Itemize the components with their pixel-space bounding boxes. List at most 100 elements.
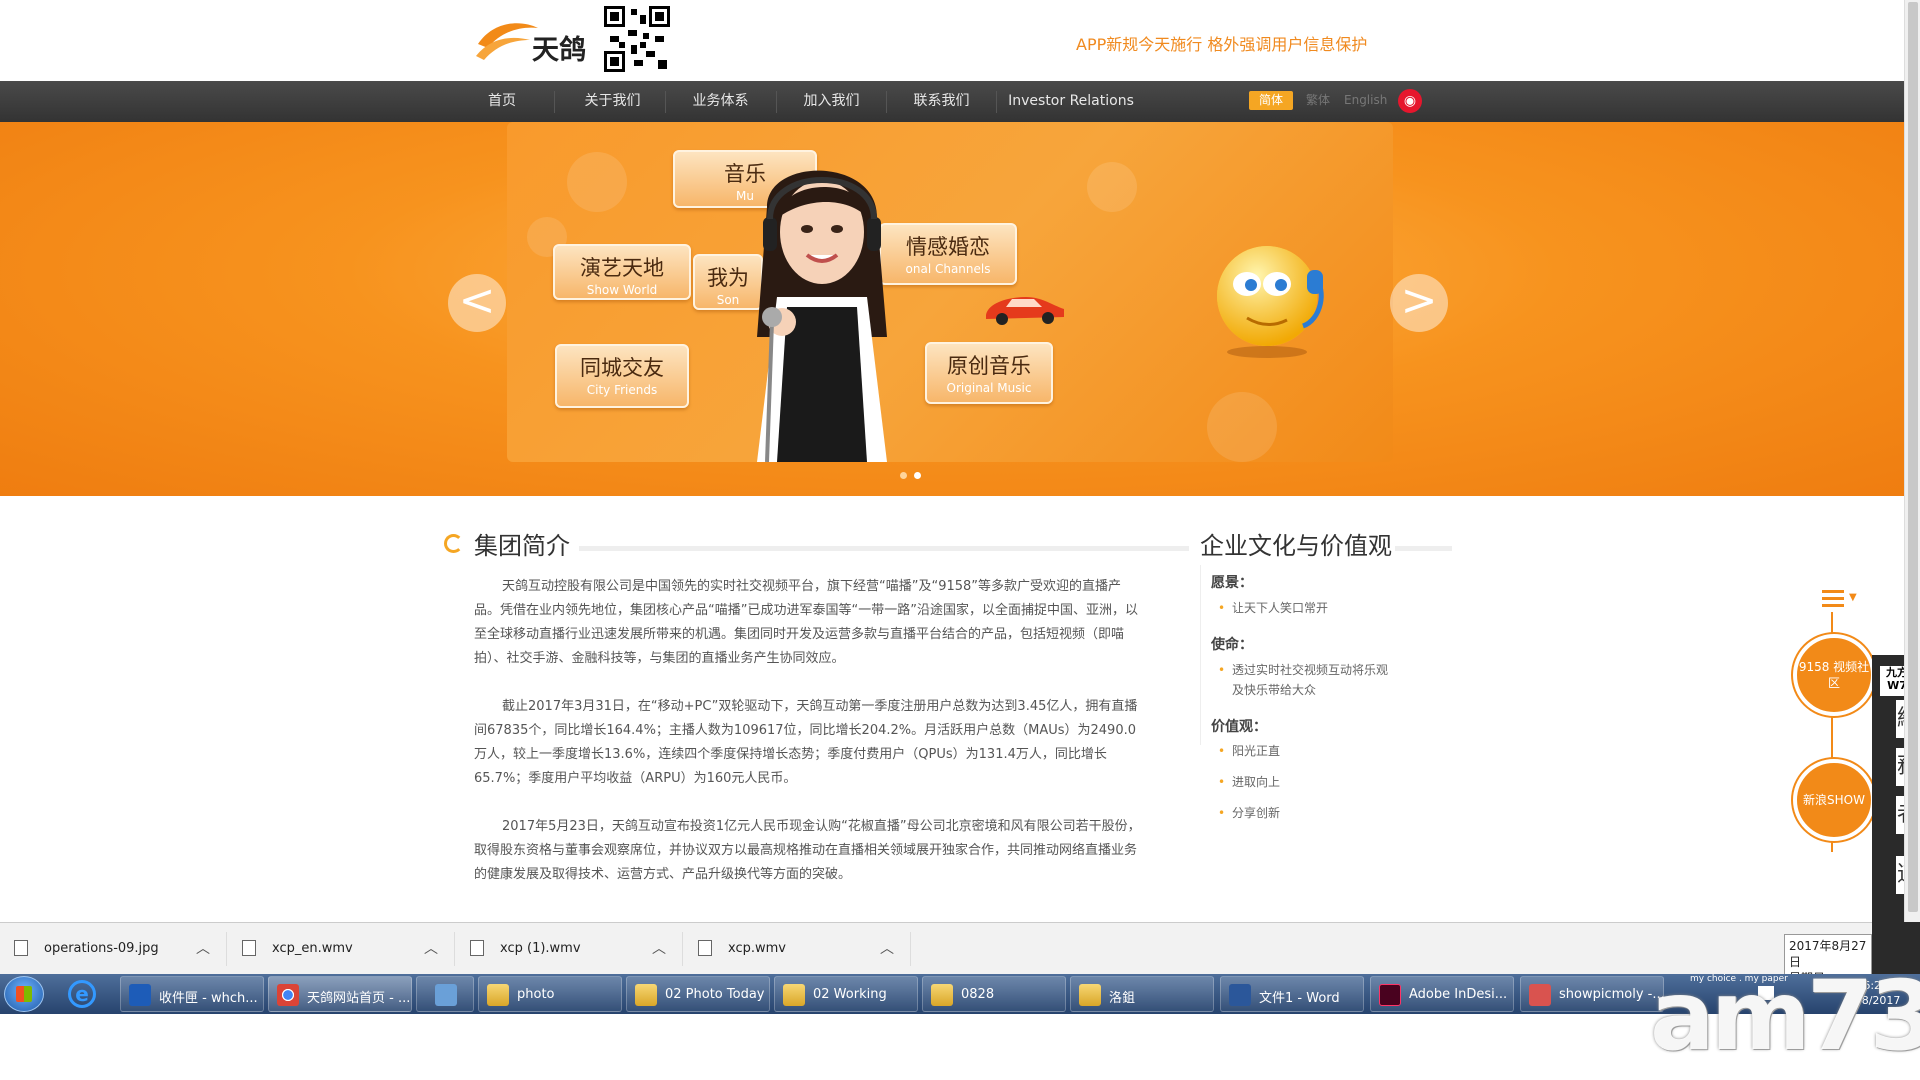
carousel-dot-active[interactable] (914, 472, 921, 479)
nav-item-business[interactable]: 业务体系 (678, 81, 763, 122)
download-item[interactable]: operations-09.jpg ︿ (0, 932, 227, 966)
nav-divider (886, 91, 887, 113)
taskbar-item-folder-working[interactable]: 02 Working (774, 976, 918, 1012)
nav-item-about[interactable]: 关于我们 (570, 81, 655, 122)
banner-tag-show-world[interactable]: 演艺天地 Show World (553, 244, 691, 300)
hero-banner: 音乐 Mu 演艺天地 Show World 我为 Son 情感婚恋 onal C… (0, 122, 1904, 496)
culture-section-header: 企业文化与价值观 (1200, 524, 1452, 562)
weibo-icon[interactable]: ◉ (1398, 89, 1422, 113)
outlook-icon (129, 984, 151, 1006)
taskbar-item-app[interactable] (416, 976, 474, 1012)
taskbar-item-folder-photo-today[interactable]: 02 Photo Today (626, 976, 770, 1012)
app-icon (435, 984, 457, 1006)
download-item[interactable]: xcp_en.wmv ︿ (228, 932, 455, 966)
taskbar-item-showpicmoly[interactable]: showpicmoly -... (1520, 976, 1665, 1012)
app-icon (1529, 984, 1551, 1006)
taskbar-item-folder[interactable]: 洛鉏 (1070, 976, 1214, 1012)
nav-divider (776, 91, 777, 113)
taskbar-item-word[interactable]: 文件1 - Word (1220, 976, 1364, 1012)
banner-tag-city-friends[interactable]: 同城交友 City Friends (555, 344, 689, 408)
banner-slide[interactable]: 音乐 Mu 演艺天地 Show World 我为 Son 情感婚恋 onal C… (507, 122, 1393, 462)
image-file-icon (14, 940, 28, 956)
banner-tag-original-music[interactable]: 原创音乐 Original Music (925, 342, 1053, 404)
taskbar-item-chrome[interactable]: 天鸽网站首页 - ... (268, 976, 412, 1012)
download-item[interactable]: xcp.wmv ︿ (684, 932, 911, 966)
qr-code-icon (604, 6, 670, 72)
intro-paragraph: 截止2017年3月31日，在“移动+PC”双轮驱动下，天鸽互动第一季度注册用户总… (474, 699, 1138, 786)
nav-divider (665, 91, 666, 113)
taskbar-label: photo (517, 987, 555, 1002)
taskbar-item-indesign[interactable]: Adobe InDesi... (1370, 976, 1514, 1012)
logo-text[interactable]: 天鸽 (532, 28, 586, 67)
taskbar-label: 洛鉏 (1109, 991, 1136, 1006)
taskbar-item-folder-photo[interactable]: photo (478, 976, 622, 1012)
chrome-icon (277, 984, 299, 1006)
chevron-down-icon[interactable]: ▼ (1849, 592, 1857, 603)
smiley-mascot-illustration (1217, 246, 1324, 358)
word-icon (1229, 984, 1251, 1006)
float-9158-button[interactable]: 9158 视频社区 (1793, 634, 1875, 716)
chevron-up-icon[interactable]: ︿ (880, 938, 894, 958)
decor-bubble (1207, 392, 1277, 462)
carousel-dot[interactable] (900, 472, 907, 479)
decor-bubble (1087, 162, 1137, 212)
internet-explorer-icon[interactable]: e (68, 980, 96, 1008)
values-item: 进取向上 (1218, 772, 1280, 792)
mission-label: 使命： (1211, 637, 1253, 653)
values-item: 分享创新 (1218, 803, 1280, 823)
logo-icon[interactable] (474, 14, 540, 62)
tag-zh: 同城交友 (580, 356, 664, 380)
values-label: 价值观： (1211, 719, 1267, 735)
header-notice-link[interactable]: APP新规今天施行 格外强调用户信息保护 (1076, 31, 1367, 55)
chevron-up-icon[interactable]: ︿ (652, 938, 666, 958)
lang-traditional-button[interactable]: 繁体 (1306, 91, 1330, 110)
intro-paragraph: 天鸽互动控股有限公司是中国领先的实时社交视频平台，旗下经营“喵播”及“9158”… (474, 579, 1138, 666)
intro-section-header: 集团简介 (444, 524, 1192, 562)
tag-en: City Friends (586, 383, 658, 397)
carousel-prev-button[interactable]: < (448, 274, 506, 332)
carousel-next-button[interactable]: > (1390, 274, 1448, 332)
float-sina-show-button[interactable]: 新浪SHOW (1793, 759, 1875, 841)
decor-bubble (567, 152, 627, 212)
section-divider (1395, 546, 1452, 551)
tag-en: Original Music (946, 381, 1032, 395)
floating-menu-icon[interactable] (1822, 590, 1846, 608)
nav-item-contact[interactable]: 联系我们 (899, 81, 984, 122)
taskbar-label: 文件1 - Word (1259, 991, 1340, 1006)
vision-label: 愿景： (1211, 575, 1253, 591)
tag-en: Show World (586, 283, 658, 297)
taskbar-item-folder-0828[interactable]: 0828 (922, 976, 1066, 1012)
main-nav: 首页 关于我们 业务体系 加入我们 联系我们 Investor Relation… (0, 81, 1904, 122)
download-filename: xcp.wmv (728, 941, 786, 956)
taskbar-item-outlook[interactable]: 收件匣 - whch... (120, 976, 264, 1012)
tag-zh: 演艺天地 (580, 256, 664, 280)
folder-icon (931, 984, 953, 1006)
culture-vertical-divider (1200, 565, 1201, 745)
taskbar-label: 02 Working (813, 987, 887, 1002)
windows-taskbar: e 收件匣 - whch... 天鸽网站首页 - ... photo 02 Ph… (0, 974, 1920, 1014)
nav-divider (554, 91, 555, 113)
site-header: 天鸽 APP新规今天施行 格外强调用户信息保护 (0, 0, 1920, 81)
indesign-icon (1379, 984, 1401, 1006)
chevron-up-icon[interactable]: ︿ (424, 938, 438, 958)
start-button[interactable] (4, 976, 44, 1012)
page-scrollbar[interactable] (1904, 0, 1920, 922)
intro-title: 集团简介 (474, 532, 570, 560)
nav-item-investor-relations[interactable]: Investor Relations (1003, 81, 1139, 122)
nav-item-join[interactable]: 加入我们 (789, 81, 874, 122)
nav-item-home[interactable]: 首页 (466, 81, 538, 122)
taskbar-label: Adobe InDesi... (1409, 987, 1508, 1002)
tag-zh: 原创音乐 (947, 354, 1031, 378)
intro-paragraph: 2017年5月23日，天鸽互动宣布投资1亿元人民币现金认购“花椒直播”母公司北京… (474, 819, 1141, 882)
lang-english-button[interactable]: English (1344, 91, 1387, 110)
download-item[interactable]: xcp (1).wmv ︿ (456, 932, 683, 966)
download-filename: xcp (1).wmv (500, 941, 581, 956)
lang-simplified-button[interactable]: 简体 (1249, 91, 1293, 110)
scroll-thumb[interactable] (1908, 2, 1918, 912)
taskbar-label: 天鸽网站首页 - ... (307, 991, 411, 1006)
taskbar-label: 收件匣 - whch... (159, 991, 258, 1006)
download-filename: operations-09.jpg (44, 941, 159, 956)
download-shelf: operations-09.jpg ︿ xcp_en.wmv ︿ xcp (1)… (0, 922, 1872, 974)
culture-title: 企业文化与价值观 (1200, 532, 1392, 560)
chevron-up-icon[interactable]: ︿ (196, 938, 210, 958)
